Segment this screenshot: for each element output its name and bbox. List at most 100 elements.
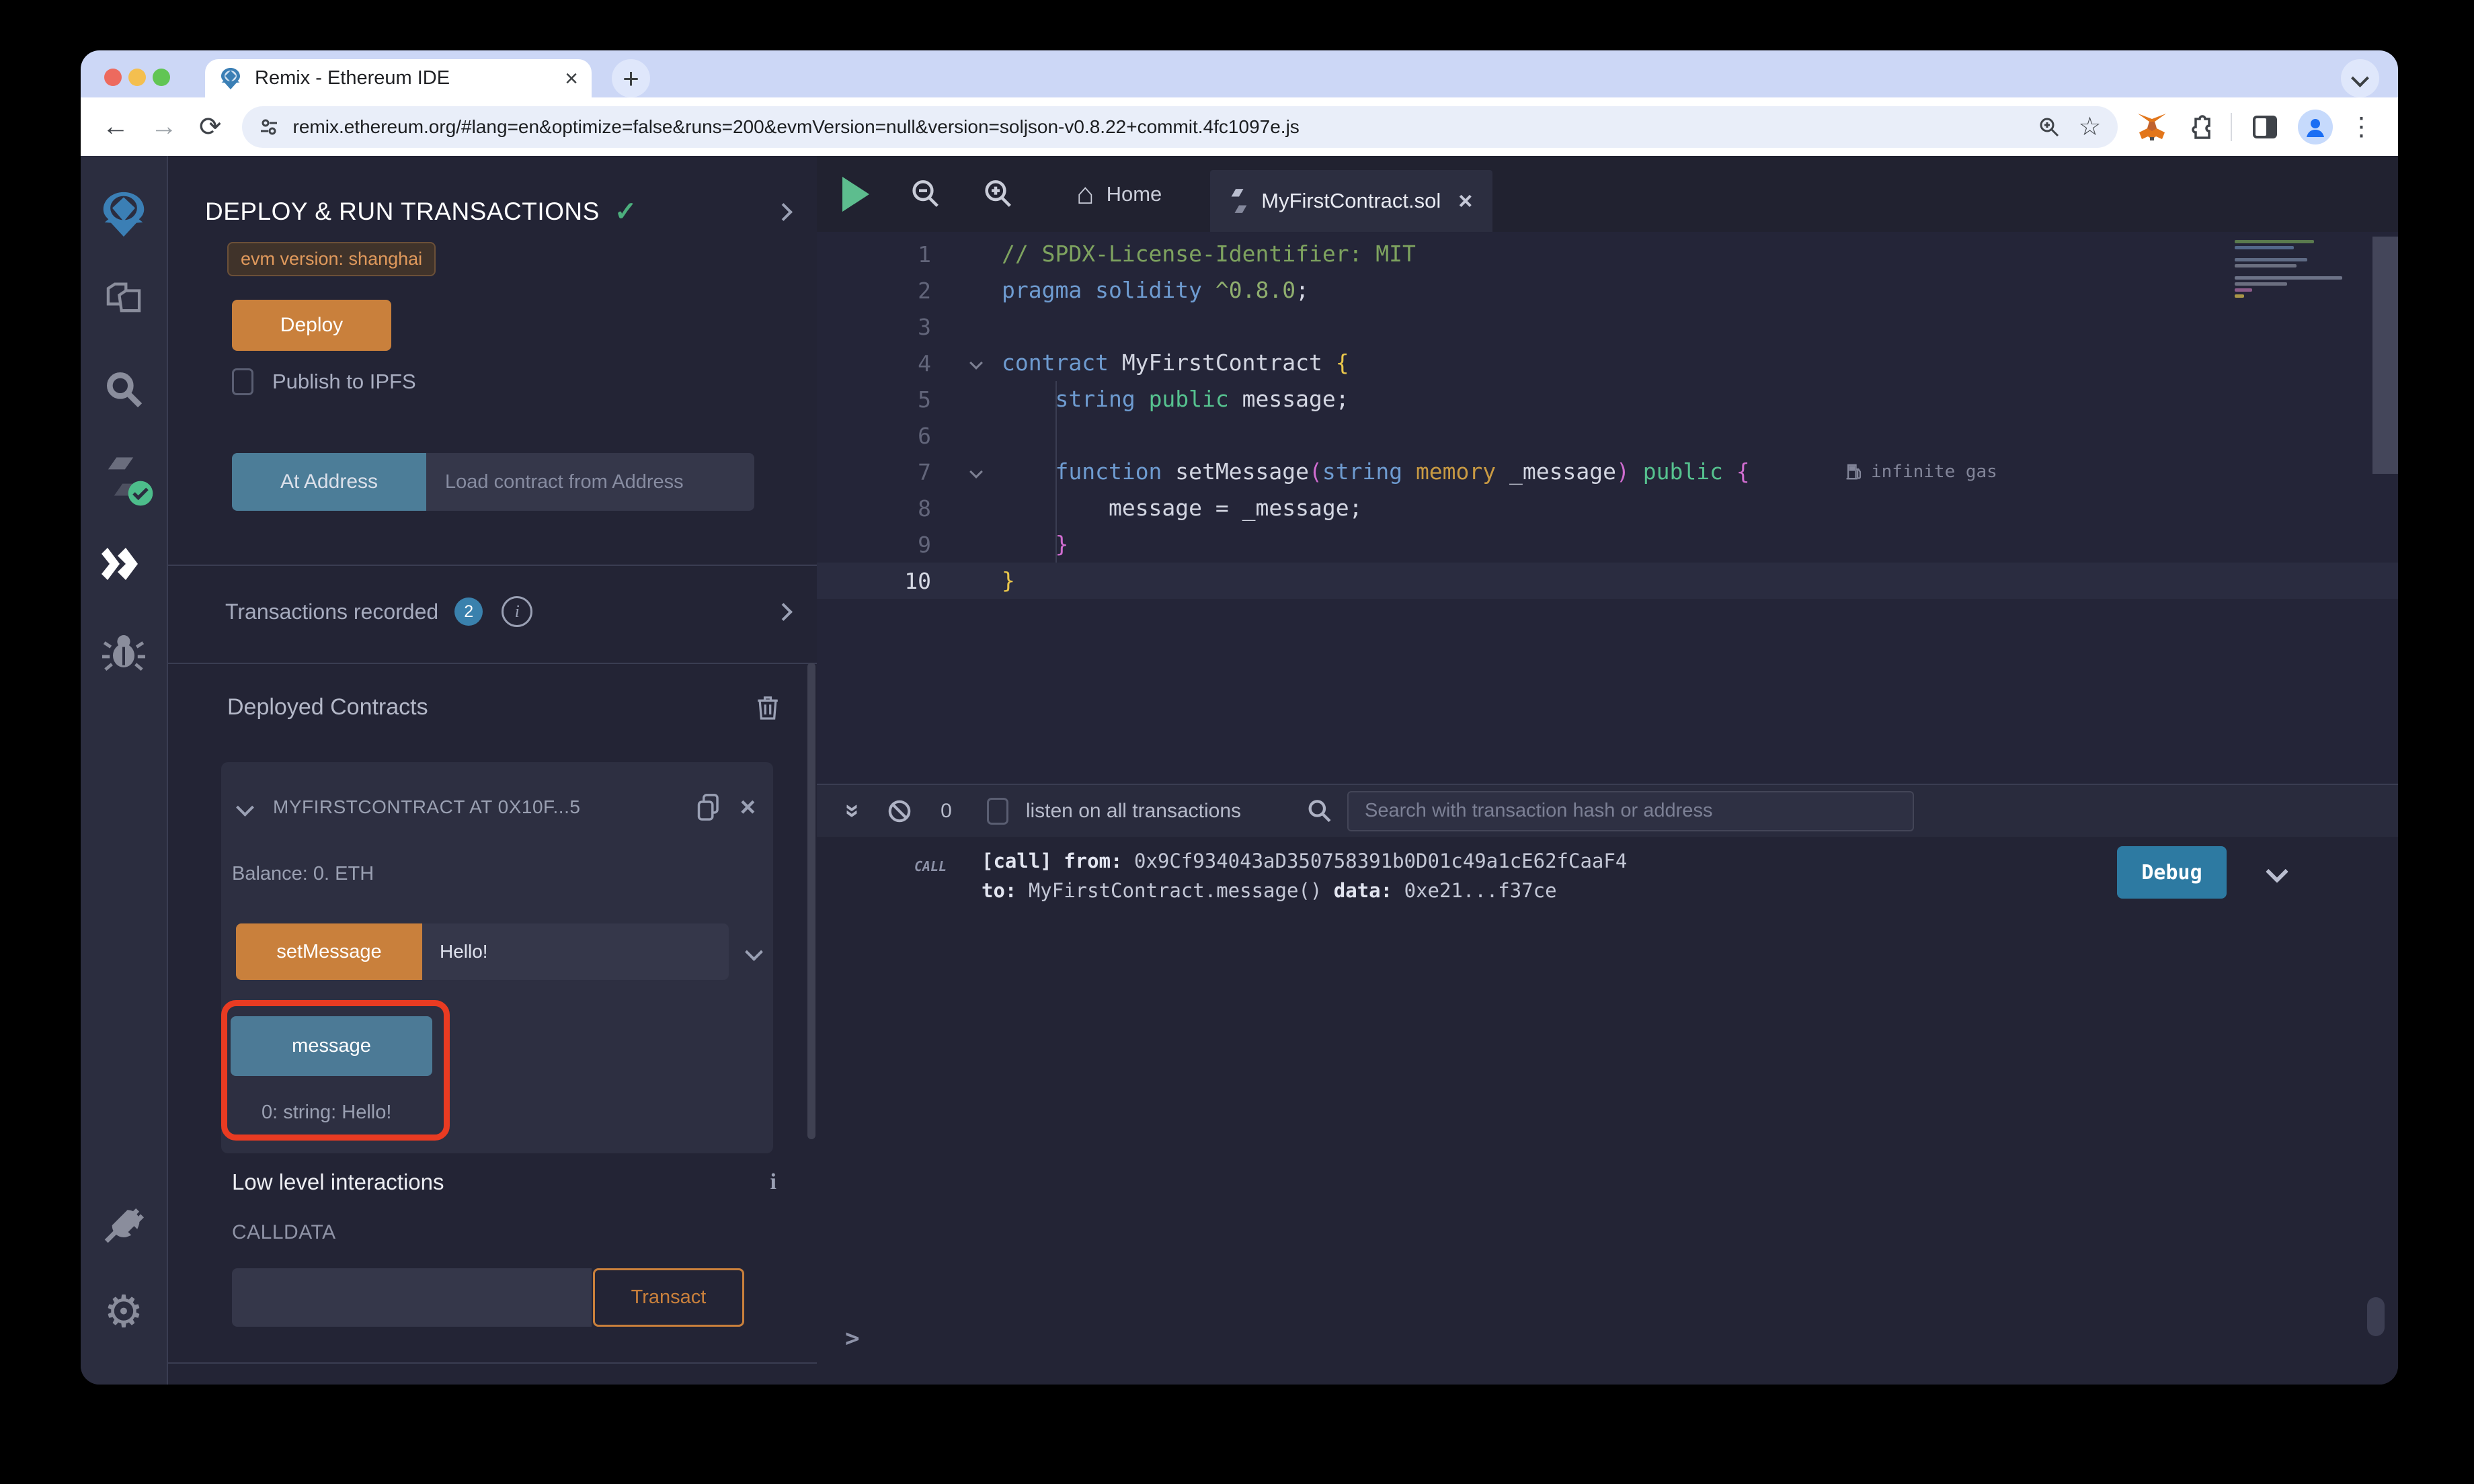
clear-console-icon[interactable] [887, 798, 912, 824]
code-text: } [1002, 563, 1015, 599]
panel-collapse-chevron-icon[interactable] [774, 203, 793, 221]
code-text: function setMessage(string memory _messa… [1002, 454, 1750, 490]
settings-gear-icon[interactable]: ⚙ [97, 1285, 150, 1337]
solidity-compiler-icon[interactable] [97, 450, 150, 503]
log-line[interactable]: [call] from: 0x9Cf934043aD350758391b0D01… [982, 846, 1627, 876]
browser-tab-remix[interactable]: Remix - Ethereum IDE × [205, 59, 592, 97]
terminal-log: CALL [call] from: 0x9Cf934043aD350758391… [817, 837, 2398, 1385]
line-number: 7 [817, 459, 971, 485]
tab-home[interactable]: ⌂ Home [1076, 179, 1162, 209]
code-line[interactable]: 7 function setMessage(string memory _mes… [817, 454, 2398, 490]
code-lines: 1// SPDX-License-Identifier: MIT 2 pragma … [817, 236, 2398, 599]
metamask-extension-icon[interactable] [2137, 112, 2167, 142]
icon-rail: ⚙ [81, 156, 168, 1385]
clear-contracts-trash-icon[interactable] [756, 694, 780, 720]
code-line[interactable]: 10} [817, 563, 2398, 599]
screenshot-root: Remix - Ethereum IDE × + ← → ⟳ remix.eth… [0, 0, 2474, 1484]
fold-chevron-icon[interactable] [971, 358, 1002, 368]
deploy-button[interactable]: Deploy [232, 300, 391, 351]
side-panel-icon[interactable] [2251, 113, 2279, 141]
zoom-page-icon[interactable] [2038, 116, 2061, 138]
log-expand-chevron-icon[interactable] [2269, 864, 2285, 882]
run-script-play-icon[interactable] [842, 177, 869, 212]
zoom-window-button[interactable] [153, 69, 170, 86]
close-window-button[interactable] [104, 69, 122, 86]
listen-all-tx-label: listen on all transactions [1026, 800, 1241, 823]
calldata-input[interactable] [232, 1268, 592, 1327]
line-number: 2 [817, 278, 971, 304]
line-number: 5 [817, 386, 971, 413]
message-getter-button[interactable]: message [231, 1016, 432, 1076]
terminal-search-input[interactable] [1347, 791, 1914, 831]
calldata-label: CALLDATA [232, 1221, 336, 1244]
low-level-info-icon[interactable]: i [770, 1169, 776, 1195]
code-text: pragma solidity ^0.8.0; [1002, 272, 1309, 308]
browser-menu-icon[interactable]: ⋮ [2349, 112, 2375, 142]
url-text[interactable]: remix.ethereum.org/#lang=en&optimize=fal… [293, 116, 2021, 138]
code-text: string public message; [1002, 381, 1349, 417]
home-tab-label: Home [1107, 182, 1162, 206]
deploy-and-run-icon[interactable] [97, 538, 150, 590]
contract-collapse-chevron-icon[interactable] [236, 798, 254, 817]
browser-toolbar: ← → ⟳ remix.ethereum.org/#lang=en&optimi… [81, 97, 2398, 156]
tab-search-chevron-button[interactable] [2341, 59, 2379, 97]
code-line[interactable]: 3 [817, 308, 2398, 345]
transactions-info-icon[interactable]: i [502, 596, 532, 627]
code-line[interactable]: 2 pragma solidity ^0.8.0; [817, 272, 2398, 308]
code-line[interactable]: 4contract MyFirstContract { [817, 345, 2398, 381]
tab-close-icon[interactable]: × [565, 67, 578, 90]
terminal-prompt: > [845, 1325, 860, 1352]
panel-scrollbar[interactable] [807, 663, 815, 1139]
file-tab-label: MyFirstContract.sol [1261, 189, 1441, 213]
extensions-puzzle-icon[interactable] [2186, 114, 2213, 140]
at-address-input[interactable] [426, 453, 754, 511]
set-message-input[interactable] [422, 923, 729, 980]
address-bar[interactable]: remix.ethereum.org/#lang=en&optimize=fal… [242, 106, 2118, 148]
new-tab-button[interactable]: + [612, 59, 650, 97]
fold-chevron-icon[interactable] [971, 467, 1002, 477]
publish-ipfs-checkbox[interactable] [232, 368, 253, 395]
set-message-expand-chevron-icon[interactable] [745, 943, 763, 961]
set-message-button[interactable]: setMessage [236, 923, 422, 980]
zoom-out-icon[interactable] [910, 178, 942, 210]
code-editor[interactable]: 1// SPDX-License-Identifier: MIT 2 pragma … [817, 232, 2398, 784]
site-settings-icon[interactable] [258, 116, 280, 138]
terminal-search-icon [1306, 798, 1332, 825]
transactions-expand-chevron-icon[interactable] [774, 603, 793, 621]
compile-success-check-icon: ✓ [614, 196, 637, 227]
transact-button[interactable]: Transact [593, 1268, 744, 1327]
file-explorer-icon[interactable] [97, 276, 150, 328]
debugger-icon[interactable] [97, 625, 150, 677]
back-icon[interactable]: ← [102, 112, 129, 142]
log-line[interactable]: to: MyFirstContract.message() data: 0xe2… [982, 876, 1627, 905]
code-line[interactable]: 5 string public message; [817, 381, 2398, 417]
file-tab-close-icon[interactable]: × [1458, 189, 1472, 213]
remove-contract-icon[interactable]: × [740, 794, 756, 821]
contract-instance-title[interactable]: MYFIRSTCONTRACT AT 0X10F...5 [273, 796, 696, 818]
collapse-terminal-icon[interactable]: » [846, 796, 860, 825]
code-line[interactable]: 8 message = _message; [817, 490, 2398, 526]
reload-icon[interactable]: ⟳ [199, 112, 222, 142]
copy-address-icon[interactable] [696, 793, 721, 821]
line-number: 3 [817, 314, 971, 340]
editor-scrollbar[interactable] [2372, 237, 2398, 474]
bookmark-star-icon[interactable]: ☆ [2078, 112, 2101, 142]
at-address-button[interactable]: At Address [232, 453, 426, 511]
tab-myfirstcontract[interactable]: MyFirstContract.sol × [1210, 170, 1492, 232]
toolbar-divider [2231, 113, 2232, 141]
zoom-in-icon[interactable] [982, 178, 1014, 210]
code-line[interactable]: 9 } [817, 526, 2398, 563]
debug-button[interactable]: Debug [2117, 846, 2227, 899]
minimap[interactable] [2235, 240, 2346, 300]
profile-avatar[interactable] [2298, 110, 2333, 145]
search-icon[interactable] [97, 363, 150, 415]
terminal-scrollbar-thumb[interactable] [2367, 1297, 2385, 1336]
listen-all-tx-checkbox[interactable] [987, 798, 1008, 825]
remix-logo-icon[interactable] [97, 188, 150, 241]
code-line[interactable]: 1// SPDX-License-Identifier: MIT [817, 236, 2398, 272]
line-number: 6 [817, 423, 971, 449]
low-level-title: Low level interactions [232, 1169, 770, 1195]
minimize-window-button[interactable] [128, 69, 146, 86]
plugin-manager-icon[interactable] [97, 1198, 150, 1250]
code-line[interactable]: 6 [817, 417, 2398, 454]
